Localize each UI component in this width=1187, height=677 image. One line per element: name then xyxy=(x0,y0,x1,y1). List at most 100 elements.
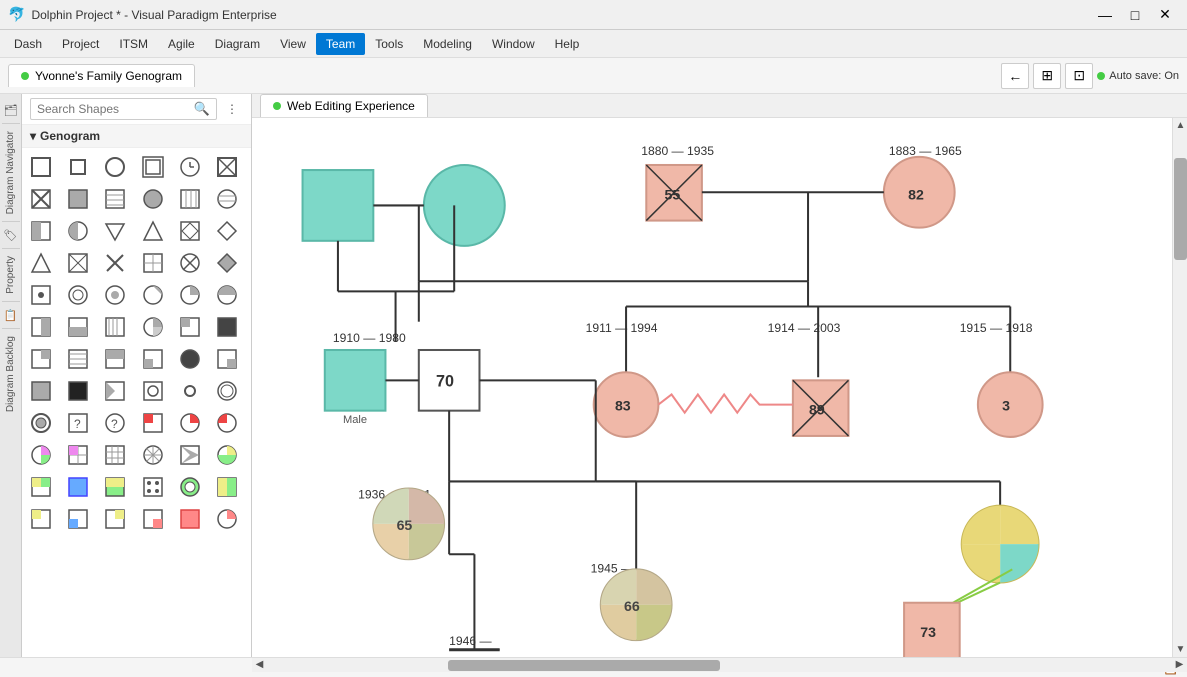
menu-item-itsm[interactable]: ITSM xyxy=(109,33,158,55)
shape-circ5[interactable] xyxy=(175,280,205,310)
shape-sq-half2[interactable] xyxy=(26,312,56,342)
shape-x-cross[interactable] xyxy=(26,184,56,214)
shape-sq-pie4[interactable] xyxy=(100,376,130,406)
scroll-right-arrow[interactable]: ▶ xyxy=(1172,657,1187,672)
shape-sq-black[interactable] xyxy=(63,376,93,406)
shape-sq-shaded[interactable] xyxy=(63,184,93,214)
shape-sq-pattern[interactable] xyxy=(100,184,130,214)
sidebar-scroll[interactable]: ▾ Genogram xyxy=(22,125,251,657)
shape-circle[interactable] xyxy=(100,152,130,182)
panel-icon-navigator[interactable]: 🗂 xyxy=(1,100,21,120)
search-input[interactable] xyxy=(37,102,194,116)
shape-sq-lines2[interactable] xyxy=(100,312,130,342)
menu-item-team[interactable]: Team xyxy=(316,33,365,55)
panel-icon-property[interactable]: 🏷 xyxy=(1,225,21,245)
shape-sq-pie2[interactable] xyxy=(26,344,56,374)
shape-sq-half4[interactable] xyxy=(100,344,130,374)
menu-item-window[interactable]: Window xyxy=(482,33,545,55)
shape-diamond[interactable] xyxy=(212,216,242,246)
shape-sq-dark[interactable] xyxy=(212,312,242,342)
shape-circle-sm[interactable] xyxy=(175,376,205,406)
shape-sq-pink[interactable] xyxy=(175,504,205,534)
menu-item-view[interactable]: View xyxy=(270,33,316,55)
scroll-up-arrow[interactable]: ▲ xyxy=(1173,118,1187,133)
shape-tri-down[interactable] xyxy=(100,216,130,246)
shape-sq-flag[interactable] xyxy=(138,408,168,438)
shape-sq-dots[interactable] xyxy=(138,472,168,502)
shape-x-only[interactable] xyxy=(100,248,130,278)
shape-circ4[interactable] xyxy=(138,280,168,310)
shape-sq-half-l[interactable] xyxy=(26,216,56,246)
shape-circle-flag[interactable] xyxy=(212,408,242,438)
minimize-button[interactable]: — xyxy=(1091,5,1119,25)
toolbar-grid-button[interactable]: ⊞ xyxy=(1033,63,1061,89)
shape-sq-tl[interactable] xyxy=(26,504,56,534)
shape-diamond2[interactable] xyxy=(212,248,242,278)
toolbar-view-button[interactable]: ⊡ xyxy=(1065,63,1093,89)
shape-circ-half[interactable] xyxy=(63,216,93,246)
shape-sq-tr[interactable] xyxy=(100,504,130,534)
diagram-tab[interactable]: Yvonne's Family Genogram xyxy=(8,64,195,87)
shape-pie-flag[interactable] xyxy=(175,408,205,438)
shape-pie4[interactable] xyxy=(26,440,56,470)
shape-sq-grid2[interactable] xyxy=(100,440,130,470)
shape-sq-diamond[interactable] xyxy=(175,216,205,246)
scroll-down-arrow[interactable]: ▼ xyxy=(1173,642,1187,657)
toolbar-back-button[interactable]: ← xyxy=(1001,63,1029,89)
menu-item-dash[interactable]: Dash xyxy=(4,33,52,55)
menu-item-help[interactable]: Help xyxy=(545,33,590,55)
shape-circle-ring2[interactable] xyxy=(26,408,56,438)
web-editing-tab[interactable]: Web Editing Experience xyxy=(260,94,428,117)
shape-circle-pie2[interactable] xyxy=(212,440,242,470)
shape-sq-3qtr[interactable] xyxy=(26,376,56,406)
shape-sq-half3[interactable] xyxy=(63,312,93,342)
shape-sq-pie3[interactable] xyxy=(138,344,168,374)
shape-circ-lines[interactable] xyxy=(212,184,242,214)
bottom-scrollbar[interactable]: ◀ ▶ xyxy=(252,657,1187,672)
shape-circle-ring3[interactable] xyxy=(175,472,205,502)
shape-sq-4split[interactable] xyxy=(63,440,93,470)
close-button[interactable]: ✕ xyxy=(1151,5,1179,25)
shape-circ2[interactable] xyxy=(63,280,93,310)
canvas-area[interactable]: 1880 — 1935 55 1883 — 1965 82 xyxy=(252,118,1172,657)
sidebar-menu-button[interactable]: ⋮ xyxy=(221,98,243,120)
shape-x-cross2[interactable] xyxy=(175,248,205,278)
shape-pie8[interactable] xyxy=(138,440,168,470)
shape-clock[interactable] xyxy=(175,152,205,182)
shape-sq-lines[interactable] xyxy=(175,184,205,214)
shape-pie[interactable] xyxy=(138,312,168,342)
shape-sq-grid[interactable] xyxy=(138,248,168,278)
right-scrollbar[interactable]: ▲ ▼ xyxy=(1172,118,1187,657)
shape-tri2[interactable] xyxy=(26,248,56,278)
shape-square2[interactable] xyxy=(63,152,93,182)
maximize-button[interactable]: □ xyxy=(1121,5,1149,25)
menu-item-project[interactable]: Project xyxy=(52,33,109,55)
shape-sq-pie5[interactable] xyxy=(26,472,56,502)
shape-sq-lines3[interactable] xyxy=(63,344,93,374)
shape-sq-qtr[interactable] xyxy=(212,344,242,374)
menu-item-tools[interactable]: Tools xyxy=(365,33,413,55)
shape-sq-blue[interactable] xyxy=(63,472,93,502)
shape-circle-ring[interactable] xyxy=(212,376,242,406)
shape-circle-black[interactable] xyxy=(175,344,205,374)
shape-sm-sq[interactable] xyxy=(26,280,56,310)
shape-square-double[interactable] xyxy=(138,152,168,182)
shape-circ-shaded[interactable] xyxy=(138,184,168,214)
shape-sq-pie[interactable] xyxy=(175,312,205,342)
shape-sq-br[interactable] xyxy=(138,504,168,534)
shape-sq-bl[interactable] xyxy=(63,504,93,534)
menu-item-diagram[interactable]: Diagram xyxy=(205,33,270,55)
shape-circ3[interactable] xyxy=(100,280,130,310)
shape-extra[interactable] xyxy=(212,504,242,534)
panel-icon-backlog[interactable]: 📋 xyxy=(1,305,21,325)
shape-sq-x3[interactable] xyxy=(63,248,93,278)
shape-sq-v[interactable] xyxy=(175,440,205,470)
shape-sq-sm[interactable] xyxy=(138,376,168,406)
shape-sq-q[interactable]: ? xyxy=(63,408,93,438)
menu-item-agile[interactable]: Agile xyxy=(158,33,205,55)
scroll-left-arrow[interactable]: ◀ xyxy=(252,657,267,672)
shape-sq-2col[interactable] xyxy=(212,472,242,502)
shape-category-genogram[interactable]: ▾ Genogram xyxy=(22,125,251,148)
shape-tri-up[interactable] xyxy=(138,216,168,246)
shape-circ6[interactable] xyxy=(212,280,242,310)
